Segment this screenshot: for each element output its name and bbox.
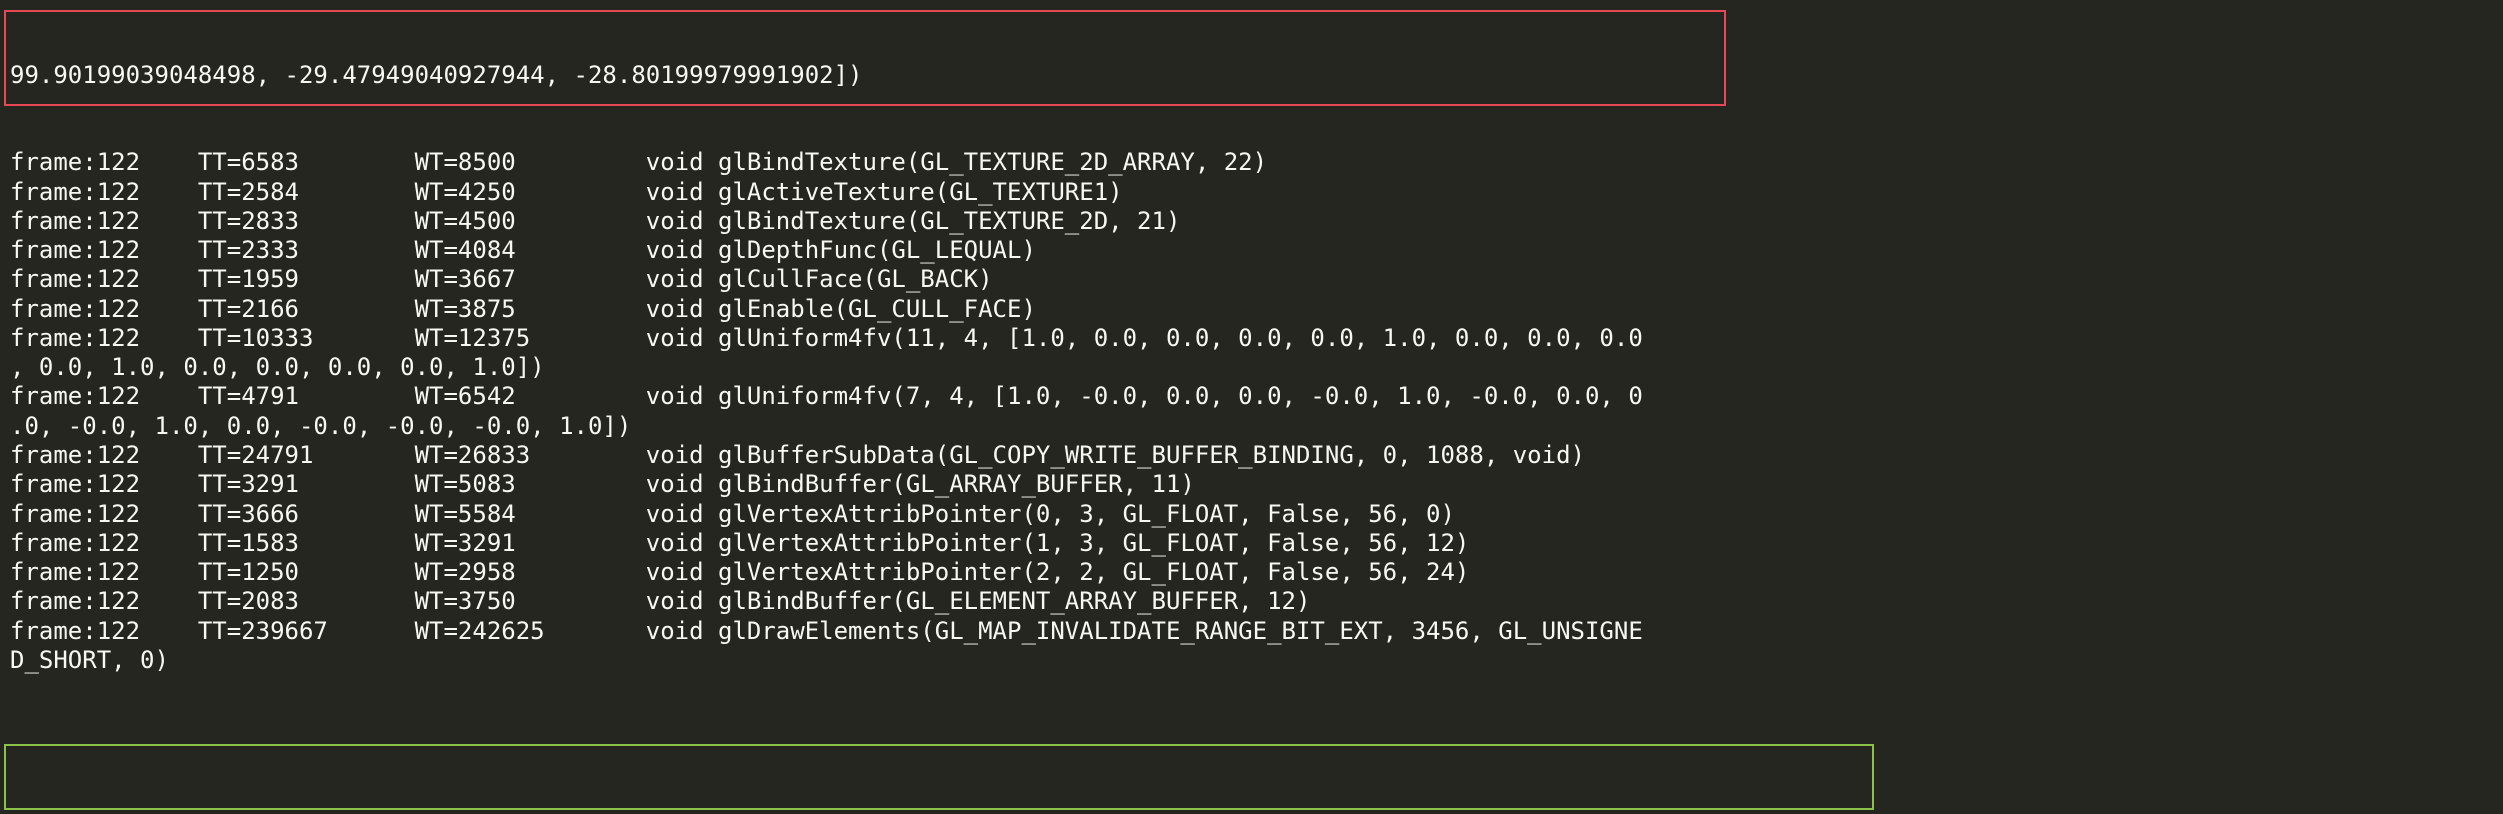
- trace-log-line: frame:122 TT=1250 WT=2958 void glVertexA…: [10, 558, 2493, 587]
- trace-log-line-wrap: .0, -0.0, 1.0, 0.0, -0.0, -0.0, -0.0, 1.…: [10, 412, 2493, 441]
- trace-log-line: frame:122 TT=2166 WT=3875 void glEnable(…: [10, 295, 2493, 324]
- trace-log-viewport[interactable]: 99.90199039048498, -29.47949040927944, -…: [0, 0, 2503, 802]
- trace-log-line: frame:122 TT=2584 WT=4250 void glActiveT…: [10, 178, 2493, 207]
- trace-log-line: frame:122 TT=2333 WT=4084 void glDepthFu…: [10, 236, 2493, 265]
- truncated-prev-line: 99.90199039048498, -29.47949040927944, -…: [10, 61, 2493, 90]
- trace-log-line: frame:122 TT=2083 WT=3750 void glBindBuf…: [10, 587, 2493, 616]
- trace-log-line: frame:122 TT=24791 WT=26833 void glBuffe…: [10, 441, 2493, 470]
- trace-log-line: frame:122 TT=4791 WT=6542 void glUniform…: [10, 382, 2493, 411]
- highlight-box-red: [4, 10, 1726, 106]
- trace-log-line: frame:122 TT=2833 WT=4500 void glBindTex…: [10, 207, 2493, 236]
- trace-log-lines: frame:122 TT=6583 WT=8500 void glBindTex…: [10, 148, 2493, 675]
- trace-log-line-wrap: , 0.0, 1.0, 0.0, 0.0, 0.0, 0.0, 1.0]): [10, 353, 2493, 382]
- trace-log-line: frame:122 TT=239667 WT=242625 void glDra…: [10, 617, 2493, 646]
- trace-log-line: frame:122 TT=1959 WT=3667 void glCullFac…: [10, 265, 2493, 294]
- highlight-box-green: [4, 744, 1874, 810]
- trace-log-line: frame:122 TT=1583 WT=3291 void glVertexA…: [10, 529, 2493, 558]
- trace-log-line: frame:122 TT=3291 WT=5083 void glBindBuf…: [10, 470, 2493, 499]
- trace-log-line: frame:122 TT=6583 WT=8500 void glBindTex…: [10, 148, 2493, 177]
- trace-log-line-wrap: D_SHORT, 0): [10, 646, 2493, 675]
- trace-log-line: frame:122 TT=10333 WT=12375 void glUnifo…: [10, 324, 2493, 353]
- trace-log-line: frame:122 TT=3666 WT=5584 void glVertexA…: [10, 500, 2493, 529]
